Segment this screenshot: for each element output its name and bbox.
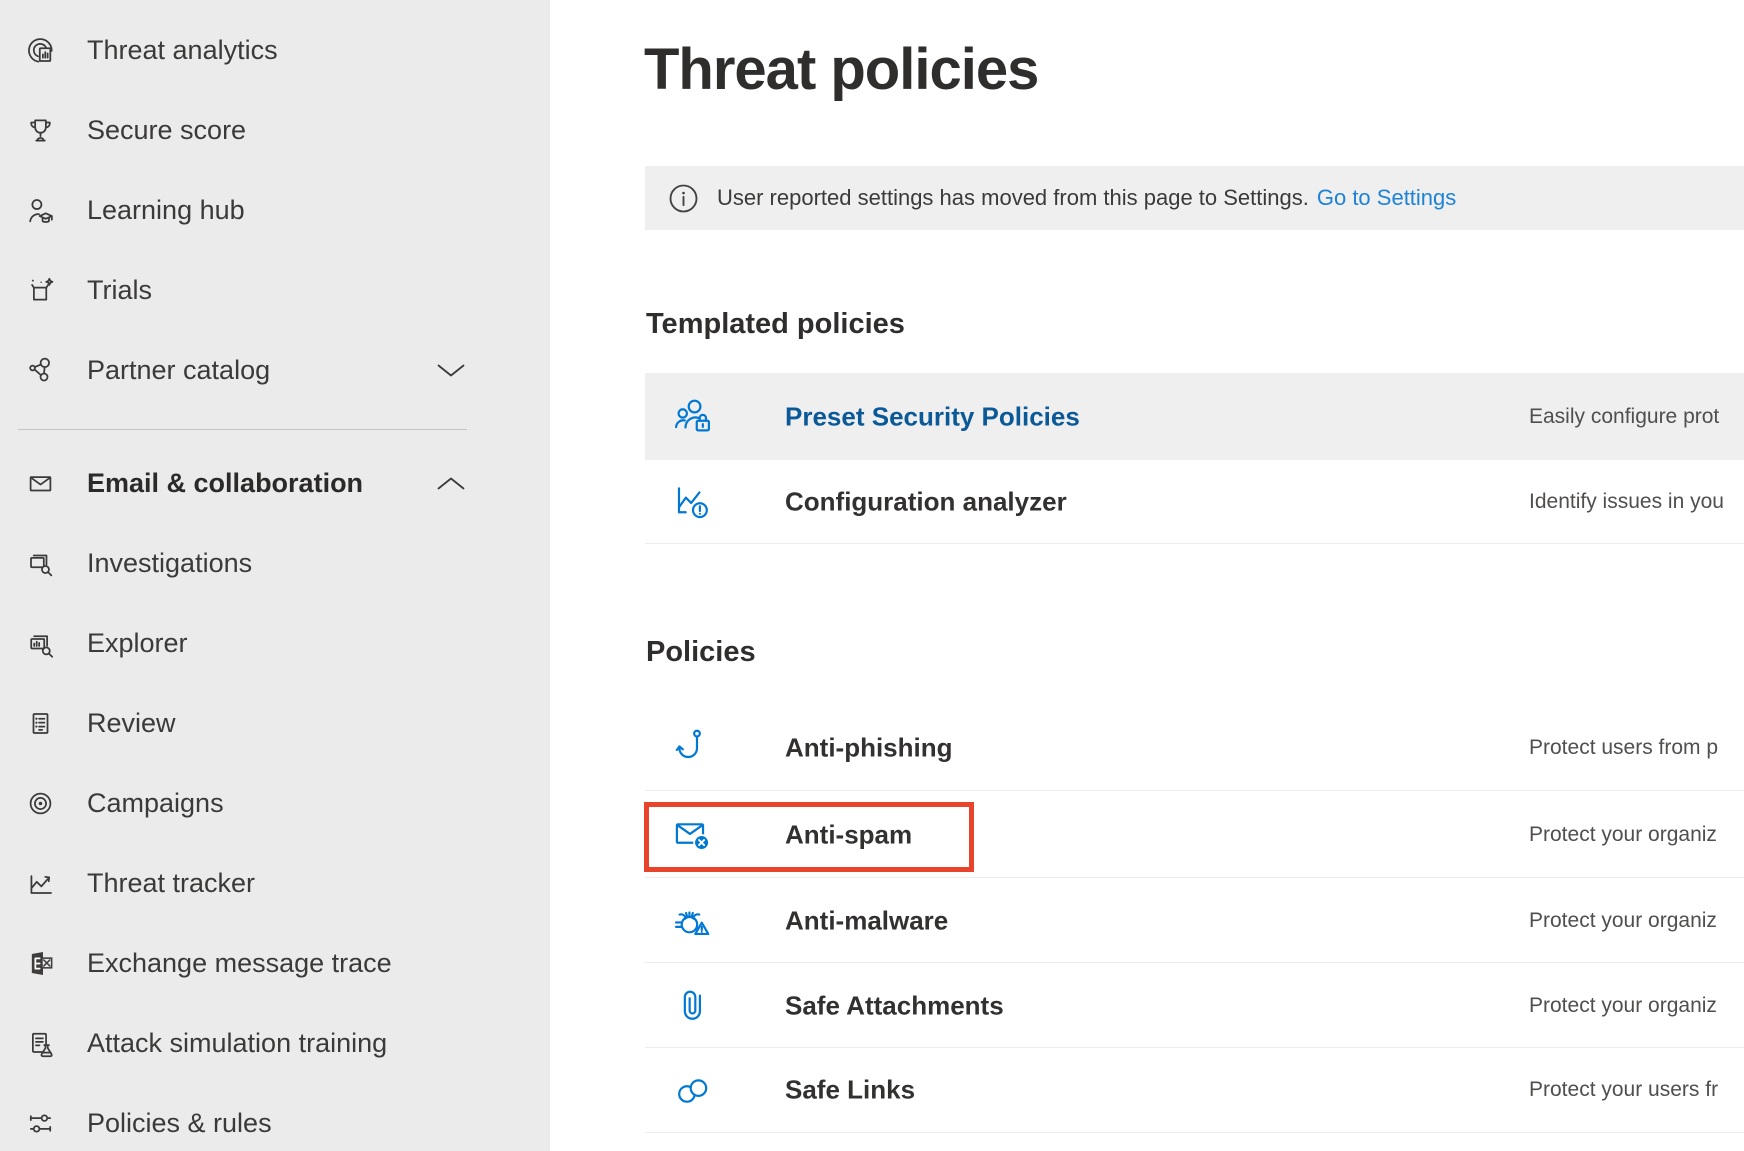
policy-row-label[interactable]: Configuration analyzer [785,486,1067,517]
policy-row-anti-malware[interactable]: Anti-malware Protect your organiz [645,877,1744,963]
sidebar-item-trials[interactable]: Trials [0,250,550,330]
sidebar-item-partner-catalog[interactable]: Partner catalog [0,330,550,410]
policy-row-label[interactable]: Anti-malware [785,905,948,936]
sidebar-item-investigations[interactable]: Investigations [0,523,550,603]
review-icon [24,707,57,740]
sidebar-item-email-collaboration[interactable]: Email & collaboration [0,443,550,523]
policy-row-safe-attachments[interactable]: Safe Attachments Protect your organiz [645,962,1744,1048]
investigations-icon [24,547,57,580]
sidebar-divider [18,429,467,430]
policy-row-label[interactable]: Anti-spam [785,819,912,850]
sidebar-item-secure-score[interactable]: Secure score [0,90,550,170]
policy-row-description: Identify issues in you [1529,490,1724,514]
policy-row-description: Easily configure prot [1529,405,1719,429]
sidebar: Threat analytics Secure score Learning h… [0,0,550,1151]
configuration-analyzer-icon [670,479,716,525]
email-collaboration-icon [24,467,57,500]
policy-row-label[interactable]: Anti-phishing [785,732,953,763]
sidebar-item-threat-tracker[interactable]: Threat tracker [0,843,550,923]
safe-attachments-icon [670,983,716,1029]
threat-analytics-icon [24,34,57,67]
policy-row-preset-security-policies[interactable]: Preset Security Policies Easily configur… [645,373,1744,460]
policy-row-description: Protect your organiz [1529,994,1717,1018]
chevron-down-icon [436,362,466,379]
sidebar-item-label: Partner catalog [87,355,270,386]
threat-tracker-icon [24,867,57,900]
policy-row-description: Protect your users fr [1529,1078,1718,1102]
sidebar-item-label: Policies & rules [87,1108,272,1139]
sidebar-item-label: Email & collaboration [87,468,363,499]
explorer-icon [24,627,57,660]
attack-simulation-training-icon [24,1027,57,1060]
go-to-settings-link[interactable]: Go to Settings [1317,185,1456,211]
sidebar-item-label: Trials [87,275,152,306]
sidebar-item-label: Secure score [87,115,246,146]
learning-hub-icon [24,194,57,227]
section-heading-templated-policies: Templated policies [646,308,905,341]
policy-row-description: Protect users from p [1529,736,1718,760]
trials-icon [24,274,57,307]
sidebar-item-label: Investigations [87,548,252,579]
safe-links-icon [670,1067,716,1113]
sidebar-item-label: Explorer [87,628,188,659]
sidebar-item-attack-simulation-training[interactable]: Attack simulation training [0,1003,550,1083]
section-heading-policies: Policies [646,636,756,669]
policy-row-label[interactable]: Safe Attachments [785,990,1004,1021]
sidebar-item-label: Campaigns [87,788,224,819]
exchange-message-trace-icon [24,947,57,980]
sidebar-item-learning-hub[interactable]: Learning hub [0,170,550,250]
threat-policies-page: Threat analytics Secure score Learning h… [0,0,1744,1151]
campaigns-icon [24,787,57,820]
sidebar-item-label: Review [87,708,176,739]
policy-row-configuration-analyzer[interactable]: Configuration analyzer Identify issues i… [645,460,1744,544]
sidebar-item-label: Threat tracker [87,868,255,899]
policies-rules-icon [24,1107,57,1140]
sidebar-item-label: Threat analytics [87,35,278,66]
policy-row-safe-links[interactable]: Safe Links Protect your users fr [645,1047,1744,1133]
policy-row-label[interactable]: Preset Security Policies [785,401,1080,432]
banner-message: User reported settings has moved from th… [717,185,1309,211]
sidebar-item-label: Exchange message trace [87,948,392,979]
policy-row-description: Protect your organiz [1529,823,1717,847]
sidebar-item-policies-rules[interactable]: Policies & rules [0,1083,550,1151]
policy-row-description: Protect your organiz [1529,909,1717,933]
policy-row-label[interactable]: Safe Links [785,1075,915,1106]
info-banner: User reported settings has moved from th… [645,166,1744,230]
sidebar-item-exchange-message-trace[interactable]: Exchange message trace [0,923,550,1003]
sidebar-item-review[interactable]: Review [0,683,550,763]
page-title: Threat policies [644,36,1038,103]
partner-catalog-icon [24,354,57,387]
anti-spam-icon [670,812,716,858]
policy-row-anti-spam[interactable]: Anti-spam Protect your organiz [645,790,1744,878]
sidebar-item-explorer[interactable]: Explorer [0,603,550,683]
policy-row-anti-phishing[interactable]: Anti-phishing Protect users from p [645,705,1744,790]
sidebar-item-label: Learning hub [87,195,245,226]
anti-malware-icon [670,898,716,944]
sidebar-item-threat-analytics[interactable]: Threat analytics [0,10,550,90]
anti-phishing-icon [670,725,716,771]
sidebar-item-campaigns[interactable]: Campaigns [0,763,550,843]
main-content: Threat policies User reported settings h… [550,0,1744,1151]
info-icon [667,182,700,215]
chevron-up-icon [436,475,466,492]
secure-score-icon [24,114,57,147]
preset-security-policies-icon [670,394,716,440]
sidebar-item-label: Attack simulation training [87,1028,387,1059]
